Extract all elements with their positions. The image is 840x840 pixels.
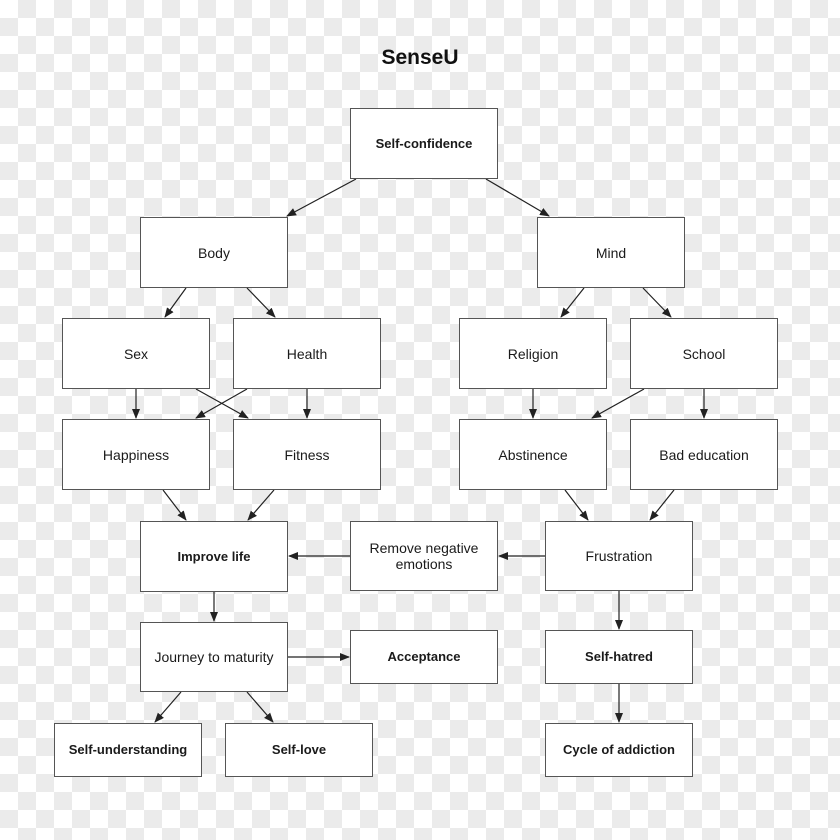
edge-mind-to-school [642,287,672,318]
node-religion: Religion [459,318,607,389]
node-school: School [630,318,778,389]
node-health: Health [233,318,381,389]
edge-journey-to-maturity-to-self-understanding [154,691,182,723]
node-self-understanding: Self-understanding [54,723,202,777]
node-frustration: Frustration [545,521,693,591]
node-label: Happiness [102,446,170,463]
edge-mind-to-religion [560,287,585,318]
edge-school-to-abstinence [591,388,645,419]
edge-self-confidence-to-body [286,178,357,217]
node-label: Fitness [284,446,330,463]
node-label: Health [286,345,328,362]
edge-fitness-to-improve-life [247,489,275,521]
node-label: Bad education [659,446,749,463]
node-label: Improve life [177,548,251,564]
node-sex: Sex [62,318,210,389]
node-label: Sex [123,345,149,362]
node-label: Abstinence [498,446,568,463]
node-self-confidence: Self-confidence [350,108,498,179]
node-abstinence: Abstinence [459,419,607,490]
node-journey-to-maturity: Journey to maturity [140,622,288,692]
node-label: Remove negative emotions [369,540,479,572]
edge-self-confidence-to-mind [485,178,550,217]
edge-abstinence-to-frustration [564,489,589,521]
node-cycle-of-addiction: Cycle of addiction [545,723,693,777]
edge-body-to-sex [164,287,187,318]
node-mind: Mind [537,217,685,288]
node-label: Acceptance [387,649,461,664]
node-label: Self-love [271,742,327,757]
edge-happiness-to-improve-life [162,489,187,521]
node-label: Journey to maturity [154,649,274,665]
node-happiness: Happiness [62,419,210,490]
edge-body-to-health [246,287,276,318]
node-label: School [682,345,726,362]
edge-journey-to-maturity-to-self-love [246,691,274,723]
node-bad-education: Bad education [630,419,778,490]
node-body: Body [140,217,288,288]
node-label: Religion [507,345,559,362]
node-label: Self-understanding [68,742,188,757]
node-fitness: Fitness [233,419,381,490]
node-acceptance: Acceptance [350,630,498,684]
node-improve-life: Improve life [140,521,288,592]
node-self-hatred: Self-hatred [545,630,693,684]
node-label: Body [198,244,230,261]
node-label: Cycle of addiction [563,742,675,757]
node-label: Self-hatred [585,649,653,664]
node-self-love: Self-love [225,723,373,777]
node-label: Self-confidence [375,135,473,151]
edge-bad-education-to-frustration [649,489,675,521]
node-label: Mind [595,244,627,261]
node-label: Frustration [585,548,653,564]
node-remove-negative-emotions: Remove negative emotions [350,521,498,591]
